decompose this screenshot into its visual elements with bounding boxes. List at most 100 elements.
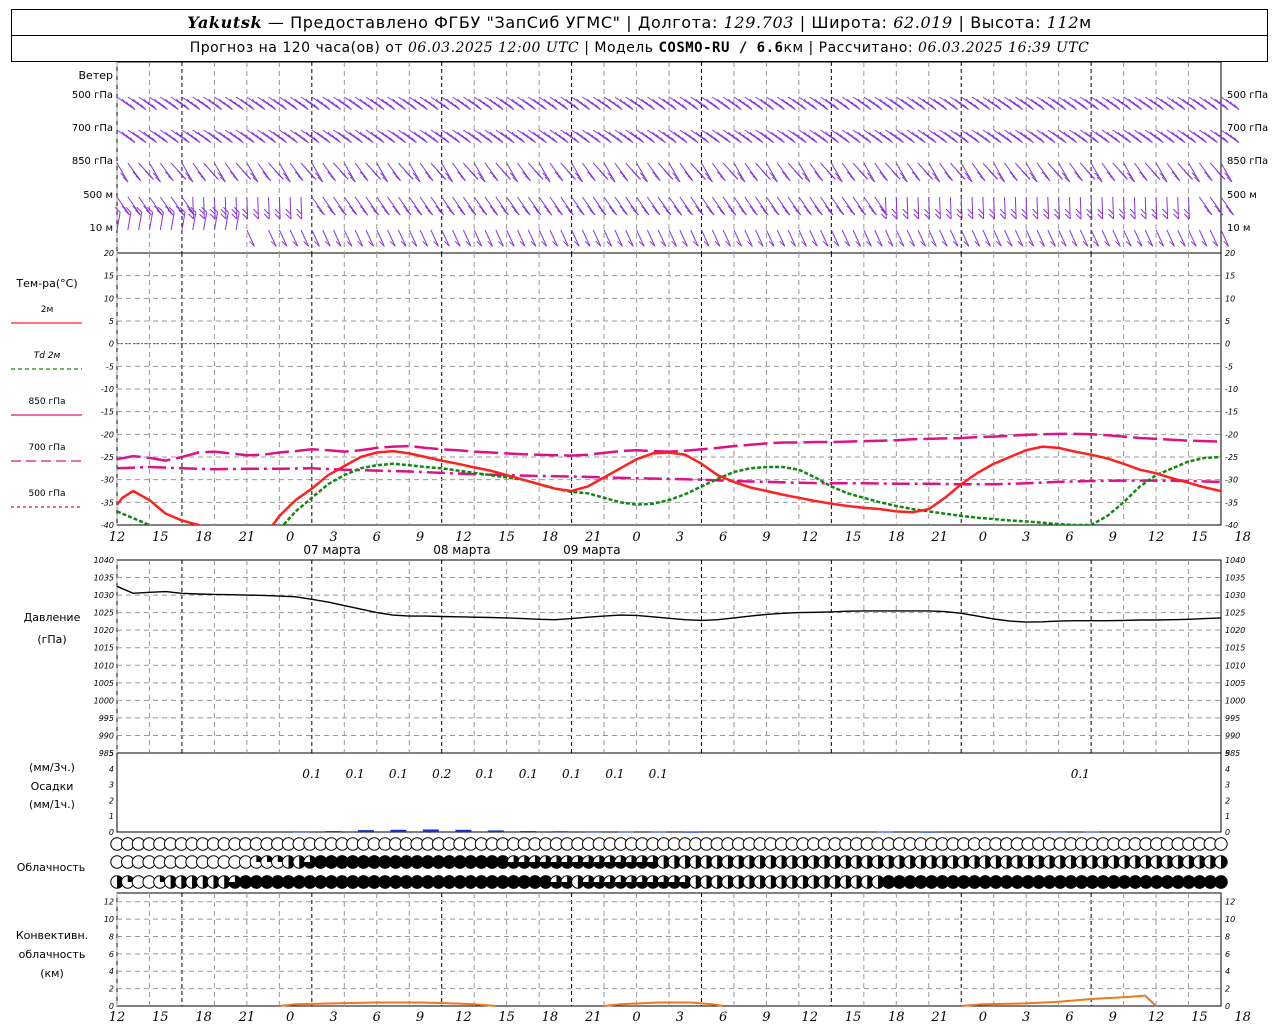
conv-tick-label: 2 bbox=[109, 985, 114, 994]
wind-barb-feather bbox=[1129, 213, 1136, 220]
day-label: 09 марта bbox=[563, 543, 620, 557]
wind-barb bbox=[668, 196, 683, 216]
x-tick-label-bottom: 3 bbox=[329, 1010, 337, 1024]
x-tick-label-bottom: 6 bbox=[1065, 1010, 1073, 1024]
wind-level-label: 10 м bbox=[90, 223, 113, 234]
pressure-tick-label: 1000 bbox=[94, 696, 114, 705]
precip-3h-label: 0.1 bbox=[302, 767, 321, 781]
temp-tick-label: -10 bbox=[1225, 385, 1238, 394]
pressure-tick-label: 995 bbox=[1225, 714, 1240, 723]
precip-tick-label: 0 bbox=[1225, 828, 1230, 837]
wind-barb bbox=[1155, 229, 1165, 247]
wind-barb bbox=[830, 229, 840, 247]
wind-barb-feather bbox=[1010, 213, 1017, 220]
precip-bar bbox=[585, 831, 602, 833]
precip-tick-label: 2 bbox=[1225, 796, 1230, 805]
wind-barb-feather bbox=[1032, 208, 1038, 215]
pressure-tick-label: 1040 bbox=[94, 556, 114, 565]
wind-barb-feather bbox=[945, 213, 952, 220]
wind-barb bbox=[636, 162, 648, 183]
wind-barb-feather bbox=[1140, 208, 1147, 215]
wind-barb bbox=[776, 196, 791, 216]
wind-barb bbox=[506, 229, 515, 247]
wind-barb-feather bbox=[220, 208, 227, 215]
wind-barb bbox=[776, 162, 791, 182]
conv-tick-label: 6 bbox=[109, 950, 114, 959]
conv-tick-label: 8 bbox=[109, 932, 114, 941]
wind-barb bbox=[798, 196, 812, 216]
wind-barb bbox=[322, 196, 336, 216]
cloud-fill-full bbox=[1214, 875, 1228, 889]
wind-barb bbox=[766, 196, 780, 216]
wind-level-label-right: 850 гПа bbox=[1227, 156, 1268, 167]
temp-tick-label: 5 bbox=[109, 317, 114, 326]
wind-barb bbox=[690, 196, 704, 216]
wind-barb bbox=[668, 162, 681, 183]
x-tick-label-bottom: 15 bbox=[498, 1010, 515, 1024]
wind-barb bbox=[1036, 196, 1039, 220]
conv-tick-label: 2 bbox=[1225, 985, 1230, 994]
wind-barb bbox=[592, 229, 602, 247]
wind-barb bbox=[841, 196, 856, 216]
wind-barb bbox=[906, 229, 916, 247]
temp-tick-label: -15 bbox=[1225, 408, 1238, 417]
wind-barb bbox=[701, 162, 713, 183]
wind-barb bbox=[170, 196, 185, 216]
wind-barb bbox=[116, 162, 129, 183]
wind-barb bbox=[874, 162, 888, 182]
wind-barb bbox=[1025, 162, 1038, 183]
wind-barb bbox=[322, 229, 331, 247]
x-tick-label-temp: 15 bbox=[1191, 530, 1208, 545]
wind-barb bbox=[452, 162, 466, 182]
wind-barb bbox=[517, 162, 531, 182]
wind-barb bbox=[679, 229, 688, 247]
cloud-title: Облачность bbox=[17, 861, 86, 874]
wind-barb bbox=[1090, 196, 1093, 220]
wind-barb-feather bbox=[285, 213, 292, 220]
precip-3h-label: 0.1 bbox=[562, 767, 581, 781]
wind-barb bbox=[614, 162, 629, 182]
x-tick-label-temp: 3 bbox=[1022, 530, 1030, 545]
wind-barb bbox=[744, 162, 759, 182]
wind-barb bbox=[1058, 162, 1071, 183]
wind-level-label-right: 10 м bbox=[1227, 223, 1250, 234]
wind-barb-feather bbox=[978, 213, 985, 220]
wind-barb-feather bbox=[263, 213, 270, 220]
wind-barb bbox=[246, 162, 259, 183]
precip-tick-label: 3 bbox=[1225, 781, 1230, 790]
wind-barb bbox=[733, 196, 747, 216]
wind-barb bbox=[982, 196, 985, 220]
conv-tick-label: 8 bbox=[1225, 932, 1230, 941]
temp-tick-label: 20 bbox=[104, 249, 114, 258]
precip-bar bbox=[1083, 831, 1100, 833]
wind-barb bbox=[820, 229, 829, 247]
cloud-symbol bbox=[1214, 855, 1228, 869]
wind-barb-feather bbox=[1097, 213, 1104, 220]
precip-tick-label: 5 bbox=[1225, 749, 1230, 758]
conv-tick-label: 12 bbox=[1225, 898, 1235, 907]
precip-3h-label: 0.1 bbox=[519, 767, 538, 781]
wind-barb bbox=[1144, 196, 1147, 220]
wind-barb bbox=[571, 229, 580, 247]
wind-barb bbox=[809, 162, 824, 182]
wind-barb bbox=[1177, 196, 1179, 220]
wind-barb-feather bbox=[114, 206, 121, 213]
wind-barb bbox=[1079, 229, 1089, 247]
wind-barb bbox=[441, 162, 454, 183]
x-tick-label-temp: 0 bbox=[286, 530, 294, 545]
precip-bar bbox=[390, 829, 407, 832]
wind-barb-feather bbox=[696, 170, 703, 177]
wind-barb bbox=[993, 229, 1002, 247]
wind-barb-feather bbox=[913, 213, 920, 220]
wind-barb bbox=[863, 229, 872, 247]
wind-barb-feather bbox=[296, 213, 303, 220]
wind-barb bbox=[1177, 229, 1186, 247]
precip-bar bbox=[1050, 831, 1067, 833]
wind-barb bbox=[679, 162, 694, 182]
conv-tick-label: 0 bbox=[109, 1002, 114, 1011]
wind-barb bbox=[1004, 229, 1013, 247]
wind-barb bbox=[387, 162, 401, 182]
pressure-title: Давление bbox=[24, 611, 81, 624]
x-tick-label-bottom: 6 bbox=[719, 1010, 727, 1024]
wind-barb bbox=[614, 196, 628, 216]
